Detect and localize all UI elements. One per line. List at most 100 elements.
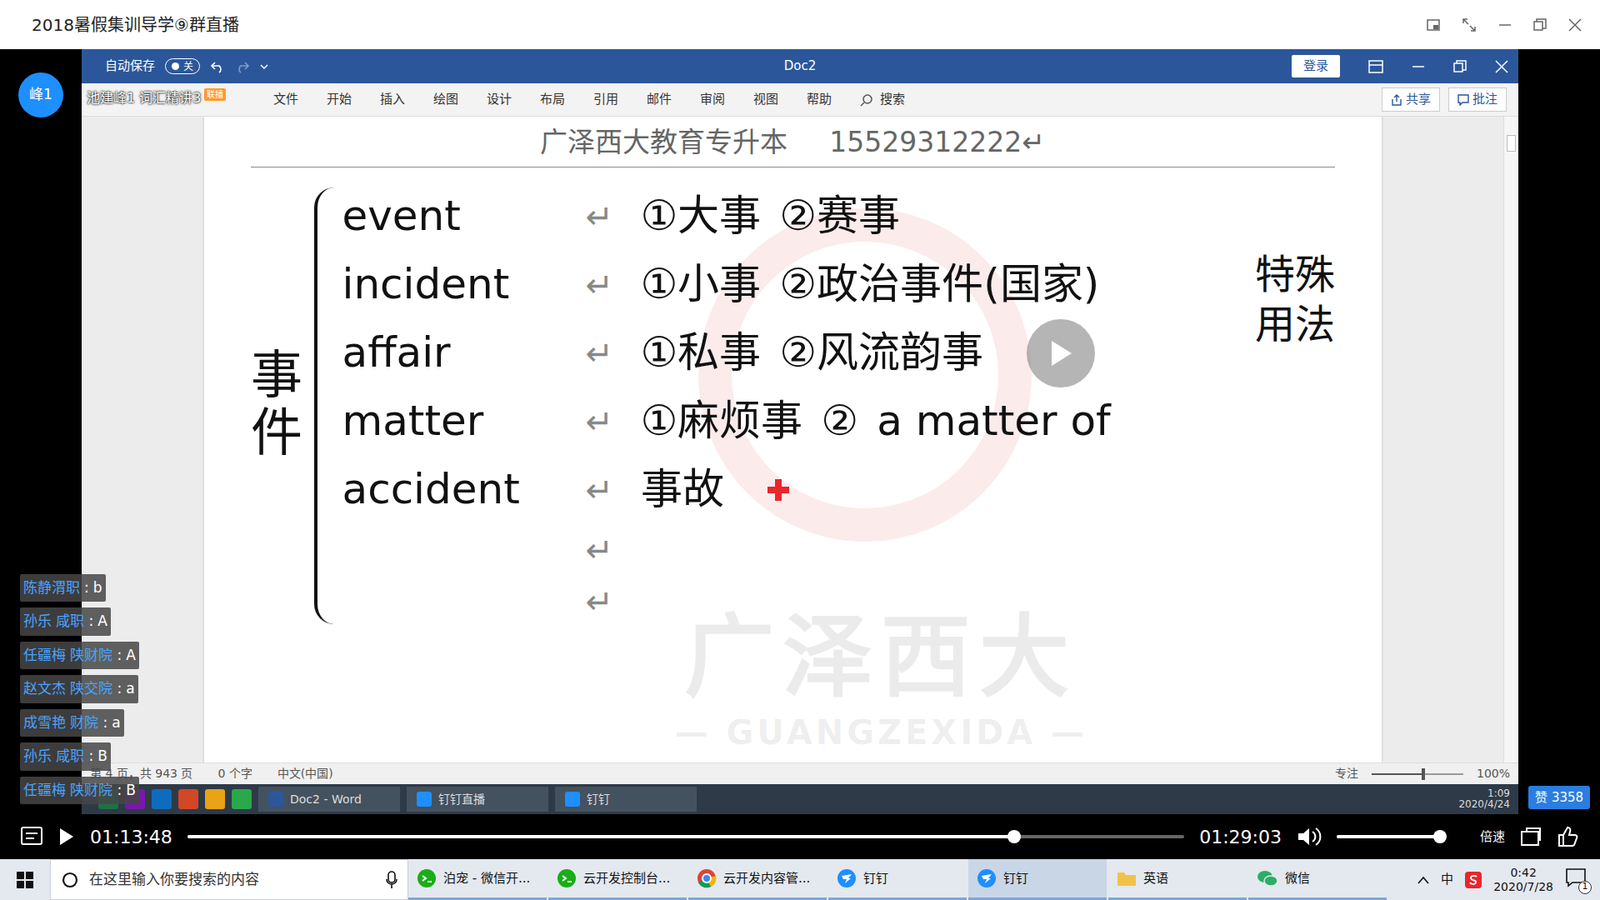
close-icon[interactable] <box>1495 60 1509 74</box>
entry-word: affair <box>342 321 568 385</box>
ribbon-tab[interactable]: 文件 <box>273 85 299 115</box>
comments-button[interactable]: 批注 <box>1448 87 1507 112</box>
language: 中文(中国) <box>277 765 334 783</box>
restore-icon[interactable] <box>1453 60 1467 74</box>
chat-message: 成雪艳 财院:a <box>20 709 125 738</box>
header-title: 广泽西大教育专升本 <box>540 121 788 164</box>
ribbon-tab[interactable]: 审阅 <box>700 85 725 115</box>
close-icon[interactable] <box>1568 18 1582 32</box>
zoom-slider[interactable] <box>1371 773 1464 775</box>
app-icon <box>231 789 252 810</box>
ribbon-tab[interactable]: 绘图 <box>433 85 459 115</box>
customize-icon[interactable] <box>260 62 269 71</box>
search-input[interactable] <box>87 868 378 892</box>
vocab-entry: accident↵事故 <box>342 455 1255 525</box>
clock[interactable]: 0:422020/7/28 <box>1493 865 1554 895</box>
start-button[interactable] <box>0 859 50 900</box>
redo-icon[interactable] <box>235 60 250 74</box>
toggle-dot <box>171 62 180 70</box>
ribbon-tab[interactable]: 邮件 <box>646 85 672 115</box>
volume-slider[interactable] <box>1336 835 1445 839</box>
popout-icon[interactable] <box>1520 826 1542 847</box>
fullscreen-icon[interactable] <box>1461 17 1477 33</box>
microphone-icon[interactable] <box>385 870 398 890</box>
autosave-toggle[interactable]: 关 <box>165 58 200 75</box>
taskbar-app[interactable]: 泊宠 - 微信开... <box>408 859 547 900</box>
sogou-icon[interactable] <box>1465 871 1482 889</box>
like-icon[interactable] <box>1556 825 1580 848</box>
undo-icon[interactable] <box>210 60 225 74</box>
progress-bar[interactable] <box>187 835 1185 839</box>
chat-message: 陈静渭职:b <box>20 574 106 603</box>
dingtalk-icon <box>836 868 857 889</box>
search-label: 搜索 <box>880 90 905 110</box>
total-time: 01:29:03 <box>1199 823 1282 851</box>
input-method[interactable]: 中 <box>1440 870 1454 890</box>
word-status-bar: 第 4 页，共 943 页0 个字中文(中国)专注100% <box>81 762 1519 785</box>
entry-sense: a matter of <box>876 390 1111 453</box>
app-icon <box>416 791 432 807</box>
recorded-task-label: 钉钉直播 <box>438 790 485 809</box>
app-icon <box>151 789 172 810</box>
zoom-level: 100% <box>1476 765 1510 783</box>
taskbar-app[interactable]: 微信 <box>1248 859 1387 900</box>
return-mark: ↵ <box>585 328 623 379</box>
ribbon-tab[interactable]: 引用 <box>593 85 619 115</box>
zoom-knob[interactable] <box>1421 768 1425 780</box>
chat-sender: 任疆梅 陕财院 <box>23 645 113 667</box>
minimize-icon[interactable] <box>1498 18 1512 32</box>
taskbar-app-label: 云开发控制台... <box>583 869 670 889</box>
comment-icon <box>1457 94 1470 106</box>
restore-icon[interactable] <box>1533 18 1547 32</box>
entry-sense: ①小事 <box>640 253 762 316</box>
progress-knob[interactable] <box>1007 830 1021 844</box>
taskbar-app[interactable]: 英语 <box>1108 859 1247 900</box>
minimize-icon[interactable] <box>1411 60 1425 74</box>
autosave-state: 关 <box>183 59 194 75</box>
taskbar-app[interactable]: 云开发控制台... <box>548 859 687 900</box>
login-button[interactable]: 登录 <box>1291 55 1340 78</box>
share-button[interactable]: 共享 <box>1381 87 1440 112</box>
page-header: 广泽西大教育专升本15529312222↵ <box>250 121 1335 168</box>
ribbon-tab[interactable]: 插入 <box>380 85 405 115</box>
ribbon-tab[interactable]: 设计 <box>486 85 512 115</box>
window-title: 2018暑假集训导学⑨群直播 <box>31 12 240 38</box>
word-count: 0 个字 <box>217 765 252 783</box>
play-button[interactable] <box>58 826 75 847</box>
speed-button[interactable]: 倍速 <box>1480 827 1505 847</box>
ribbon-tab[interactable]: 开始 <box>326 85 352 115</box>
scrollbar[interactable] <box>1503 116 1519 763</box>
notification-center[interactable]: 1 <box>1565 867 1590 893</box>
ribbon-search[interactable]: 搜索 <box>860 85 905 115</box>
return-mark: ↵ <box>585 576 623 627</box>
taskbar-app[interactable]: 钉钉 <box>968 859 1107 900</box>
ribbon-tab[interactable]: 布局 <box>540 85 565 115</box>
chat-message: 赵文杰 陕交院:a <box>20 675 139 704</box>
pip-icon[interactable] <box>1426 19 1440 31</box>
chat-text: b <box>93 577 103 600</box>
chat-separator: : <box>102 712 108 735</box>
focus-button[interactable]: 专注 <box>1335 765 1359 783</box>
tray-expand-icon[interactable] <box>1417 875 1430 885</box>
entry-word: event <box>342 185 568 248</box>
taskbar-app[interactable]: 钉钉 <box>828 859 967 900</box>
notes-body: 事件event↵①大事②赛事incident↵①小事②政治事件(国家)affai… <box>250 182 1335 628</box>
chat-text: A <box>97 610 108 633</box>
presenter-avatar[interactable]: 峰1 <box>18 72 64 118</box>
entry-list: event↵①大事②赛事incident↵①小事②政治事件(国家)affair↵… <box>342 182 1255 628</box>
taskbar-app[interactable]: 云开发内容管... <box>688 859 827 900</box>
center-play-button[interactable] <box>1026 319 1095 388</box>
ribbon-tab[interactable]: 帮助 <box>806 85 832 115</box>
chat-message: 任疆梅 陕财院:A <box>20 641 140 670</box>
recorded-clock: 1:092020/4/24 <box>1458 788 1510 810</box>
volume-knob[interactable] <box>1433 830 1447 844</box>
chat-list-icon[interactable] <box>20 825 44 848</box>
autosave-label: 自动保存 <box>105 56 155 76</box>
return-mark: ↵ <box>585 260 623 310</box>
ribbon-display-icon[interactable] <box>1368 60 1384 74</box>
progress-fill <box>187 835 1015 839</box>
ribbon-tab[interactable]: 视图 <box>753 85 779 115</box>
recorded-task-item: Doc2 - Word <box>258 786 400 812</box>
volume-icon[interactable] <box>1296 825 1322 848</box>
taskbar-app-label: 微信 <box>1285 869 1310 889</box>
